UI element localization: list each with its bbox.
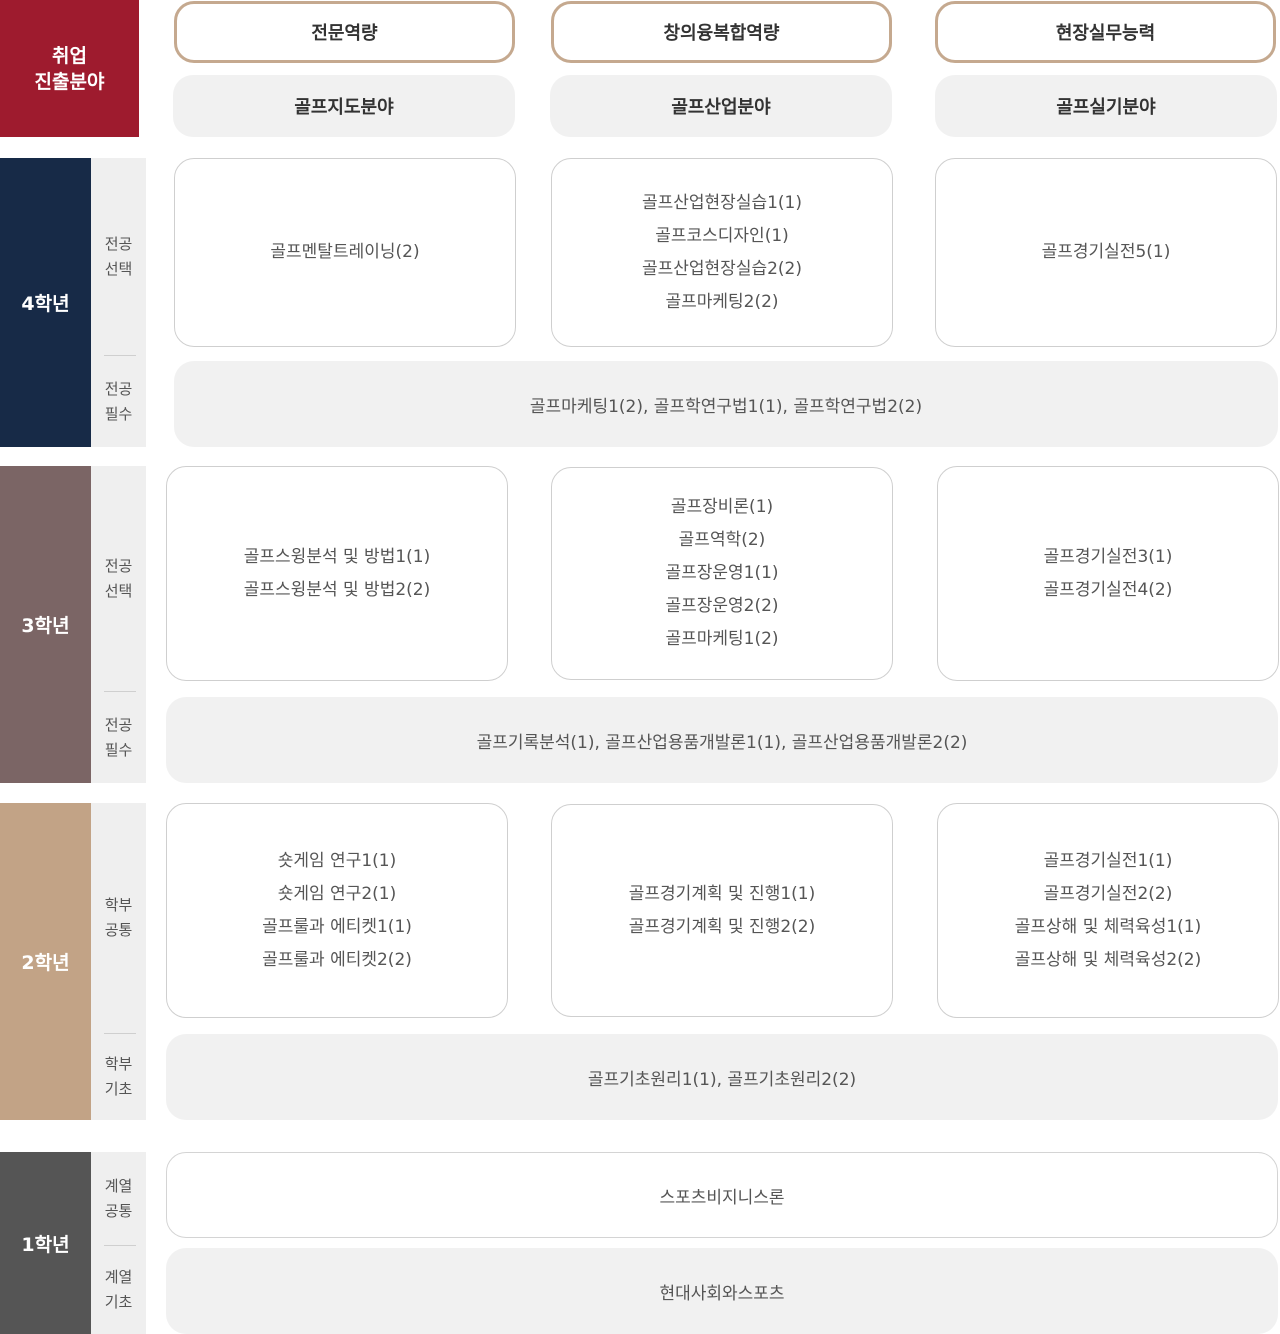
year-2-basic-courses: 골프기초원리1(1), 골프기초원리2(2) — [166, 1034, 1278, 1120]
year-3-label: 3학년 — [0, 466, 91, 783]
year-4-box-instruction: 골프멘탈트레이닝(2) — [174, 158, 516, 347]
course-item: 골프경기실전4(2) — [1043, 579, 1173, 600]
year-2-box-instruction: 숏게임 연구1(1) 숏게임 연구2(1) 골프룰과 에티켓1(1) 골프룰과 … — [166, 803, 508, 1018]
year-1-category-basic: 계열 기초 — [104, 1268, 133, 1311]
year-1-label: 1학년 — [0, 1152, 91, 1334]
year-2-category-common: 학부 공통 — [104, 896, 133, 939]
course-item: 골프경기실전1(1) — [1043, 850, 1173, 871]
year-3-category-required: 전공 필수 — [104, 715, 133, 759]
field-golf-industry: 골프산업분야 — [550, 75, 892, 137]
field-golf-practical: 골프실기분야 — [935, 75, 1277, 137]
course-item: 숏게임 연구1(1) — [277, 850, 397, 871]
year-3-required-courses: 골프기록분석(1), 골프산업용품개발론1(1), 골프산업용품개발론2(2) — [166, 697, 1278, 783]
career-field-header: 취업 진출분야 — [0, 0, 139, 137]
year-4-label: 4학년 — [0, 158, 91, 447]
course-item: 골프장비론(1) — [670, 497, 774, 517]
competency-professional: 전문역량 — [174, 1, 515, 63]
course-item: 숏게임 연구2(1) — [277, 883, 397, 904]
year-4-required-courses: 골프마케팅1(2), 골프학연구법1(1), 골프학연구법2(2) — [174, 361, 1278, 447]
year-3-box-practical: 골프경기실전3(1) 골프경기실전4(2) — [937, 466, 1279, 681]
year-4-box-practical: 골프경기실전5(1) — [935, 158, 1277, 347]
year-3-category-elective: 전공 선택 — [104, 556, 133, 600]
year-2-category-basic: 학부 기초 — [104, 1055, 133, 1098]
year-4-category-elective: 전공 선택 — [104, 234, 133, 278]
field-golf-instruction: 골프지도분야 — [173, 75, 515, 137]
course-item: 골프경기실전3(1) — [1043, 546, 1173, 567]
year-3-box-instruction: 골프스윙분석 및 방법1(1) 골프스윙분석 및 방법2(2) — [166, 466, 508, 681]
competency-field-practice: 현장실무능력 — [935, 1, 1276, 63]
course-item: 골프장운영1(1) — [665, 563, 779, 583]
year-4-category-required: 전공 필수 — [104, 379, 133, 423]
year-3-box-industry: 골프장비론(1) 골프역학(2) 골프장운영1(1) 골프장운영2(2) 골프마… — [551, 467, 893, 680]
course-item: 골프마케팅1(2) — [665, 629, 779, 649]
year-2-label: 2학년 — [0, 803, 91, 1120]
year-1-category-common: 계열 공통 — [104, 1176, 133, 1220]
course-item: 골프룰과 에티켓1(1) — [262, 916, 412, 937]
course-item: 골프역학(2) — [678, 530, 766, 550]
course-item: 골프멘탈트레이닝(2) — [270, 242, 420, 262]
course-item: 골프경기실전5(1) — [1041, 242, 1171, 262]
year-2-box-practical: 골프경기실전1(1) 골프경기실전2(2) 골프상해 및 체력육성1(1) 골프… — [937, 803, 1279, 1018]
year-1-common-courses: 스포츠비지니스론 — [166, 1152, 1278, 1238]
course-item: 골프상해 및 체력육성1(1) — [1014, 916, 1202, 937]
course-item: 골프스윙분석 및 방법1(1) — [243, 546, 431, 567]
course-item: 골프산업현장실습2(2) — [641, 258, 803, 279]
year-4-box-industry: 골프산업현장실습1(1) 골프코스디자인(1) 골프산업현장실습2(2) 골프마… — [551, 158, 893, 347]
competency-creative-convergence: 창의융복합역량 — [551, 1, 892, 63]
course-item: 골프경기계획 및 진행2(2) — [628, 916, 816, 937]
course-item: 골프산업현장실습1(1) — [641, 192, 803, 213]
course-item: 골프코스디자인(1) — [655, 225, 789, 246]
course-item: 골프스윙분석 및 방법2(2) — [243, 579, 431, 600]
course-item: 골프마케팅2(2) — [665, 291, 779, 312]
course-item: 골프경기계획 및 진행1(1) — [628, 883, 816, 904]
course-item: 골프장운영2(2) — [665, 596, 779, 616]
year-1-basic-courses: 현대사회와스포츠 — [166, 1248, 1278, 1334]
year-2-box-industry: 골프경기계획 및 진행1(1) 골프경기계획 및 진행2(2) — [551, 804, 893, 1017]
course-item: 골프경기실전2(2) — [1043, 883, 1173, 904]
course-item: 골프룰과 에티켓2(2) — [262, 949, 412, 970]
course-item: 골프상해 및 체력육성2(2) — [1014, 949, 1202, 970]
